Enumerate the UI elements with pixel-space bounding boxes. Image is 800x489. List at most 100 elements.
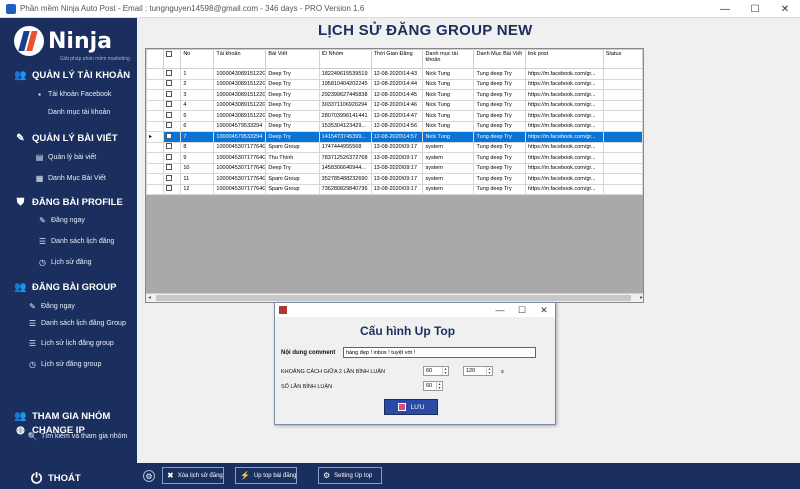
stepper-arrows-icon[interactable]: ▴ ▾ (486, 367, 492, 375)
row-checkbox-cell[interactable] (162, 183, 182, 195)
row-header[interactable] (146, 183, 164, 195)
row-checkbox-cell[interactable] (162, 110, 182, 122)
row-header[interactable]: ▸ (146, 131, 164, 143)
row-checkbox-cell[interactable] (162, 99, 182, 111)
row-checkbox[interactable] (165, 90, 172, 97)
row-checkbox-cell[interactable] (162, 152, 182, 164)
interval-max-stepper[interactable]: 120 ▴ ▾ (463, 366, 493, 376)
row-header[interactable] (146, 120, 164, 132)
row-header[interactable] (146, 173, 164, 185)
table-row[interactable]: 12 100004530717764G Spam Group 736280829840… (146, 183, 643, 195)
column-header[interactable]: ID Nhóm (318, 49, 372, 69)
table-row[interactable]: 3 100004308915122G Deep Try 292399627445838… (146, 89, 643, 101)
sidebar-item-0-1[interactable]: Danh mục tài khoản (35, 108, 110, 116)
sidebar-section-1[interactable]: ✎ QUẢN LÝ BÀI VIẾT (14, 133, 117, 144)
dialog-minimize-button[interactable]: — (489, 303, 511, 317)
row-checkbox[interactable] (165, 69, 172, 76)
column-header[interactable]: Danh Mục Bài Viết (473, 49, 526, 69)
row-checkbox-cell[interactable] (162, 89, 182, 101)
sidebar-item-0-0[interactable]: ▪ Tài khoản Facebook (35, 90, 111, 99)
table-row[interactable]: 8 100004530717764G Spam Group 1747444955568… (146, 141, 643, 153)
column-header[interactable]: Bài Viết (265, 49, 320, 69)
row-checkbox[interactable] (165, 143, 172, 150)
row-checkbox-cell[interactable] (162, 131, 182, 143)
dialog-maximize-button[interactable]: ☐ (511, 303, 533, 317)
sidebar-item-2-0[interactable]: ✎ Đăng ngay (38, 216, 85, 225)
delete-history-button[interactable]: ✖ Xóa lịch sử đăng (162, 467, 224, 484)
comment-input[interactable] (343, 347, 536, 358)
row-checkbox-cell[interactable] (162, 141, 182, 153)
column-header[interactable]: Status (602, 49, 643, 69)
row-checkbox-cell[interactable] (162, 173, 182, 185)
row-checkbox[interactable] (165, 122, 172, 129)
row-checkbox-cell[interactable] (162, 120, 182, 132)
table-row[interactable]: 11 100004530717764G Spam Group 352785488232… (146, 173, 643, 185)
row-header[interactable] (146, 68, 164, 80)
row-header[interactable] (146, 110, 164, 122)
row-header[interactable] (146, 99, 164, 111)
dialog-close-button[interactable]: ✕ (533, 303, 555, 317)
table-row[interactable]: ▸ 7 100004579533294 Deep Try 1415473745399..… (146, 131, 643, 143)
sidebar-item-3-3[interactable]: ◷ Lịch sử đăng group (28, 360, 101, 369)
row-checkbox-cell[interactable] (162, 78, 182, 90)
minimize-button[interactable]: — (710, 0, 740, 18)
sidebar-section-0[interactable]: 👥 QUẢN LÝ TÀI KHOẢN (14, 70, 130, 81)
sidebar-item-2-2[interactable]: ◷ Lịch sử đăng (38, 258, 92, 267)
table-row[interactable]: 5 100004308915122G Deep Try 280703996141441… (146, 110, 643, 122)
stepper-arrows-icon[interactable]: ▴ ▾ (436, 382, 442, 390)
row-checkbox[interactable] (165, 174, 172, 181)
row-checkbox[interactable] (165, 101, 172, 108)
row-checkbox[interactable] (165, 111, 172, 118)
row-header[interactable] (146, 89, 164, 101)
sidebar-item-3-0[interactable]: ✎ Đăng ngay (28, 302, 75, 311)
row-checkbox[interactable] (165, 164, 172, 171)
sidebar-section-2[interactable]: ⛊ ĐĂNG BÀI PROFILE (14, 197, 123, 208)
row-checkbox-cell[interactable] (162, 162, 182, 174)
logout-button[interactable]: ⏻ THOÁT (30, 470, 81, 486)
interval-min-stepper[interactable]: 60 ▴ ▾ (423, 366, 449, 376)
settings-gear-icon[interactable]: ⚙ (143, 470, 155, 482)
stepper-arrows-icon[interactable]: ▴ ▾ (442, 367, 448, 375)
row-header[interactable] (146, 162, 164, 174)
table-row[interactable]: 1 100004308915122G Deep Try 182249615539519… (146, 68, 643, 80)
column-header[interactable]: Tài khoản (213, 49, 267, 69)
row-checkbox[interactable] (165, 132, 172, 139)
sidebar-item-1-1[interactable]: ▦ Danh Mục Bài Viết (35, 174, 106, 183)
count-stepper[interactable]: 60 ▴ ▾ (423, 381, 443, 391)
sidebar-item-1-0[interactable]: ▤ Quản lý bài viết (35, 153, 97, 162)
row-checkbox-cell[interactable] (162, 68, 182, 80)
sidebar-item-3-2[interactable]: ☰ Lịch sử lịch đăng group (28, 339, 114, 348)
scroll-right-arrow-icon[interactable]: ▸ (640, 294, 643, 301)
row-checkbox[interactable] (165, 153, 172, 160)
row-header[interactable] (146, 152, 164, 164)
history-grid[interactable]: No Tài khoản Bài Viết ID Nhóm Thời Gian Đăng… (145, 48, 644, 303)
row-checkbox[interactable] (165, 80, 172, 87)
horizontal-scrollbar[interactable]: ◂ ▸ (146, 293, 643, 302)
column-header[interactable]: Thời Gian Đăng (370, 49, 424, 69)
sidebar-section-4[interactable]: 👥 THAM GIA NHÓM (14, 411, 110, 422)
table-row[interactable]: 10 100004530717764G Deep Try 1458306640944.… (146, 162, 643, 174)
table-row[interactable]: 9 100004530717764G Thu Thính 78371252637276… (146, 152, 643, 164)
maximize-button[interactable]: ☐ (740, 0, 770, 18)
sidebar-item-3-1[interactable]: ☰ Danh sách lịch đăng Group (28, 319, 126, 328)
select-all-checkbox[interactable] (165, 51, 172, 57)
column-header[interactable]: Danh mục tài khoản (422, 49, 475, 69)
sidebar-section-5[interactable]: ◍ CHANGE IP (14, 425, 85, 436)
row-checkbox[interactable] (165, 185, 172, 192)
select-all-header[interactable] (162, 49, 182, 69)
table-row[interactable]: 4 100004308915122G Deep Try 303371106920294… (146, 99, 643, 111)
sidebar-section-3[interactable]: 👥 ĐĂNG BÀI GROUP (14, 282, 116, 293)
scroll-left-arrow-icon[interactable]: ◂ (148, 294, 151, 301)
row-header[interactable] (146, 141, 164, 153)
save-button[interactable]: LƯU (384, 399, 438, 415)
column-header[interactable]: No (180, 49, 215, 69)
table-row[interactable]: 6 100004579533294 Deep Try 1535304123429...… (146, 120, 643, 132)
scrollbar-thumb[interactable] (156, 295, 631, 301)
column-header[interactable]: link post (524, 49, 604, 69)
table-row[interactable]: 2 100004308915122G Deep Try 195810404202245… (146, 78, 643, 90)
uptop-post-button[interactable]: ⚡ Up top bài đăng (235, 467, 297, 484)
row-header[interactable] (146, 78, 164, 90)
setting-uptop-button[interactable]: ⚙ Setting Up top (318, 467, 382, 484)
close-button[interactable]: ✕ (770, 0, 800, 18)
sidebar-item-2-1[interactable]: ☰ Danh sách lịch đăng (38, 237, 115, 246)
